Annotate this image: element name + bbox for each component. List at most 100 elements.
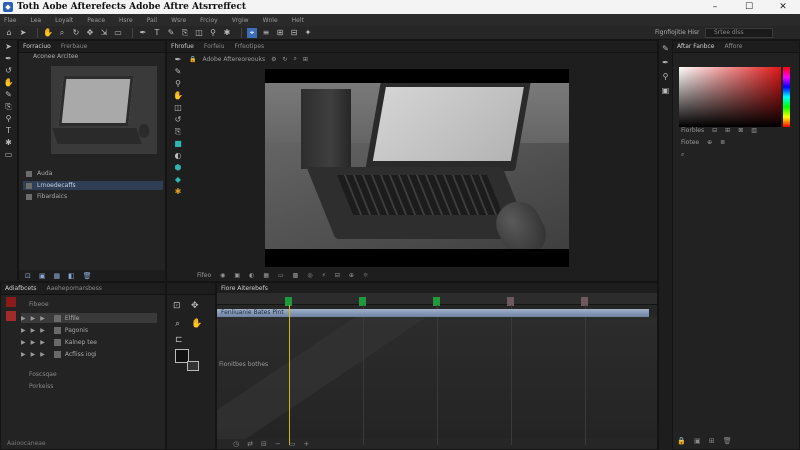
expand-triangle-icon[interactable]: ▶ <box>40 339 45 346</box>
menu-item[interactable]: Peace <box>87 17 105 24</box>
graph-editor-icon[interactable]: ⊟ <box>261 440 267 448</box>
swatch-icon[interactable]: ▣ <box>659 86 672 96</box>
arrange-icon[interactable]: ⊟ <box>289 28 299 38</box>
move-icon[interactable]: ✥ <box>191 301 199 311</box>
zoom-tool-icon[interactable]: ⌕ <box>57 28 67 38</box>
tab-layer[interactable]: Forfeiu <box>204 43 225 50</box>
rotate-tool-icon[interactable]: ↺ <box>171 115 185 125</box>
record-icon[interactable] <box>6 311 16 321</box>
puppet-tool-icon[interactable]: ✱ <box>171 187 185 197</box>
feather-tool-icon[interactable]: ◆ <box>171 175 185 185</box>
layer-row[interactable]: ▶ ▶ ▶ Acfliss iogi <box>21 349 157 359</box>
pen-tool-icon[interactable]: ✒ <box>171 55 185 65</box>
hand-tool-icon[interactable]: ✋ <box>2 78 16 88</box>
swatch-icon[interactable]: ▣ <box>694 437 701 445</box>
effect-item[interactable]: ⌕ <box>681 151 684 159</box>
refresh-icon[interactable]: ↻ <box>283 56 288 63</box>
settings-icon[interactable]: ⚙ <box>271 56 276 63</box>
camera-view-icon[interactable]: ◎ <box>307 272 312 279</box>
tab-color[interactable]: Aftar Fanbce <box>677 43 714 50</box>
region-icon[interactable]: ▭ <box>278 272 284 279</box>
align-center-icon[interactable]: ⊞ <box>725 127 730 134</box>
star-icon[interactable]: ✦ <box>303 28 313 38</box>
expand-triangle-icon[interactable]: ▶ <box>40 327 45 334</box>
add-icon[interactable]: ⊕ <box>707 139 712 146</box>
interpret-footage-icon[interactable]: ⊡ <box>25 272 31 280</box>
tab-project[interactable]: Forraciuo <box>23 43 51 50</box>
shape-tool-icon[interactable]: ▭ <box>2 150 16 160</box>
roto-tool-icon[interactable]: ⚲ <box>208 28 218 38</box>
tab-layers[interactable]: Aaehepomarsbess <box>47 285 102 292</box>
tab-adjustments[interactable]: Adiafbcets <box>5 285 37 292</box>
expand-triangle-icon[interactable]: ▶ <box>31 327 36 334</box>
tab-composition[interactable]: Fhrofue <box>171 43 194 50</box>
new-composition-icon[interactable]: ▦ <box>54 272 61 280</box>
playhead[interactable] <box>289 305 290 445</box>
gradient-tool-icon[interactable]: ◐ <box>171 151 185 161</box>
record-icon[interactable] <box>6 297 16 307</box>
menu-item[interactable]: Flae <box>4 17 17 24</box>
dolly-tool-icon[interactable]: ⇲ <box>99 28 109 38</box>
tab-footage[interactable]: Frfeotipes <box>235 43 265 50</box>
project-item[interactable]: Fibardaics <box>23 192 163 201</box>
puppet-pin-icon[interactable]: ⊡ <box>173 301 181 311</box>
pen-tool-icon[interactable]: ✒ <box>659 58 672 68</box>
color-depth-icon[interactable]: ◧ <box>68 272 75 280</box>
trash-icon[interactable]: 🗑 <box>723 437 732 445</box>
eraser-tool-icon[interactable]: ◫ <box>171 103 185 113</box>
close-button[interactable]: ✕ <box>766 0 800 14</box>
maximize-button[interactable]: ☐ <box>732 0 766 14</box>
search-icon[interactable]: ⌕ <box>294 55 297 63</box>
menu-item[interactable]: Lea <box>31 17 42 24</box>
transparency-icon[interactable]: ▩ <box>293 272 299 279</box>
expand-triangle-icon[interactable]: ▶ <box>40 351 45 358</box>
pen-tool-icon[interactable]: ✒ <box>138 28 148 38</box>
menu-item[interactable]: Frcioy <box>200 17 218 24</box>
layer-row[interactable]: ▶ ▶ ▶ Pagonis <box>21 325 157 335</box>
menu-item[interactable]: Vrgiw <box>232 17 249 24</box>
menu-item[interactable]: Pail <box>147 17 157 24</box>
tab-presets[interactable]: Fiorbles <box>681 127 704 134</box>
puppet-tool-icon[interactable]: ✱ <box>2 138 16 148</box>
snap-icon[interactable]: ⌖ <box>247 27 257 38</box>
brush-tool-icon[interactable]: ✎ <box>171 67 185 77</box>
rectangle-tool-icon[interactable]: ▭ <box>113 28 123 38</box>
toggle-switches-icon[interactable]: ⇄ <box>247 440 253 448</box>
layers-footer[interactable]: Aaioocaneae <box>7 440 46 447</box>
resolution-icon[interactable]: ▦ <box>263 272 269 279</box>
orbit-tool-icon[interactable]: ↻ <box>71 28 81 38</box>
zoom-tool-icon[interactable]: ⌕ <box>175 319 180 329</box>
grid-icon[interactable]: ⊞ <box>303 56 308 63</box>
stamp-tool-icon[interactable]: ⎘ <box>2 102 16 112</box>
fast-preview-icon[interactable]: ⚡ <box>322 272 326 279</box>
pin-tool-icon[interactable]: ⚲ <box>171 79 185 89</box>
grid-icon[interactable]: ⊞ <box>275 28 285 38</box>
expand-triangle-icon[interactable]: ▶ <box>21 315 26 322</box>
puppet-tool-icon[interactable]: ✱ <box>222 28 232 38</box>
menu-item[interactable]: Wnle <box>263 17 278 24</box>
flowchart-icon[interactable]: ⊕ <box>349 272 354 279</box>
menu-item[interactable]: Loyalt <box>55 17 73 24</box>
home-icon[interactable]: ⌂ <box>4 28 14 38</box>
tab-info[interactable]: Affore <box>724 43 742 50</box>
layer-track-bar[interactable]: Fenliuanie Bates Pint <box>217 309 649 317</box>
expand-triangle-icon[interactable]: ▶ <box>21 351 26 358</box>
align-icon[interactable]: ≡ <box>261 28 271 38</box>
hand-tool-icon[interactable]: ✋ <box>171 91 185 101</box>
expand-triangle-icon[interactable]: ▶ <box>31 339 36 346</box>
stamp-tool-icon[interactable]: ⎘ <box>171 127 185 137</box>
expand-triangle-icon[interactable]: ▶ <box>21 327 26 334</box>
hand-tool-icon[interactable]: ✋ <box>43 28 53 38</box>
eyedropper-icon[interactable]: ⚲ <box>659 72 672 82</box>
background-color-swatch[interactable] <box>187 361 199 371</box>
zoom-in-icon[interactable]: + <box>303 440 309 448</box>
composition-viewer[interactable] <box>265 69 569 267</box>
color-picker-field[interactable] <box>679 67 781 127</box>
brush-tool-icon[interactable]: ✎ <box>2 90 16 100</box>
workspace-label[interactable]: Fignfiojitie Hisr <box>655 29 699 36</box>
minimize-button[interactable]: – <box>698 0 732 14</box>
text-tool-icon[interactable]: T <box>2 126 16 136</box>
lock-icon[interactable]: 🔒 <box>189 56 196 63</box>
new-folder-icon[interactable]: ▣ <box>39 272 46 280</box>
trash-icon[interactable]: 🗑 <box>83 272 92 280</box>
